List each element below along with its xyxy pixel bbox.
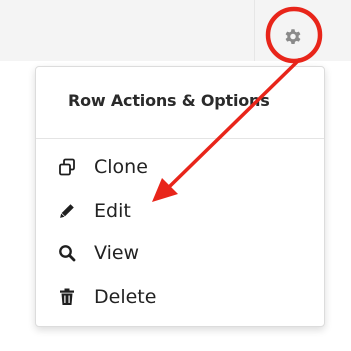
pencil-icon xyxy=(54,201,80,221)
menu-item-view[interactable]: View xyxy=(48,235,312,271)
menu-item-label: Delete xyxy=(94,286,157,308)
menu-item-delete[interactable]: Delete xyxy=(48,279,312,315)
menu-item-label: Clone xyxy=(94,156,148,178)
row-settings-button[interactable] xyxy=(274,20,312,54)
menu-item-label: Edit xyxy=(94,200,131,222)
gear-icon xyxy=(285,29,301,45)
dropdown-title: Row Actions & Options xyxy=(68,91,270,110)
menu-item-label: View xyxy=(94,242,140,264)
dropdown-divider xyxy=(36,138,324,139)
menu-item-clone[interactable]: Clone xyxy=(48,149,312,185)
trash-icon xyxy=(54,287,80,307)
toolbar-divider xyxy=(254,0,255,61)
menu-item-edit[interactable]: Edit xyxy=(48,193,312,229)
row-actions-dropdown: Row Actions & Options Clone Edit View De… xyxy=(35,66,325,327)
clone-icon xyxy=(54,157,80,177)
search-icon xyxy=(54,243,80,263)
